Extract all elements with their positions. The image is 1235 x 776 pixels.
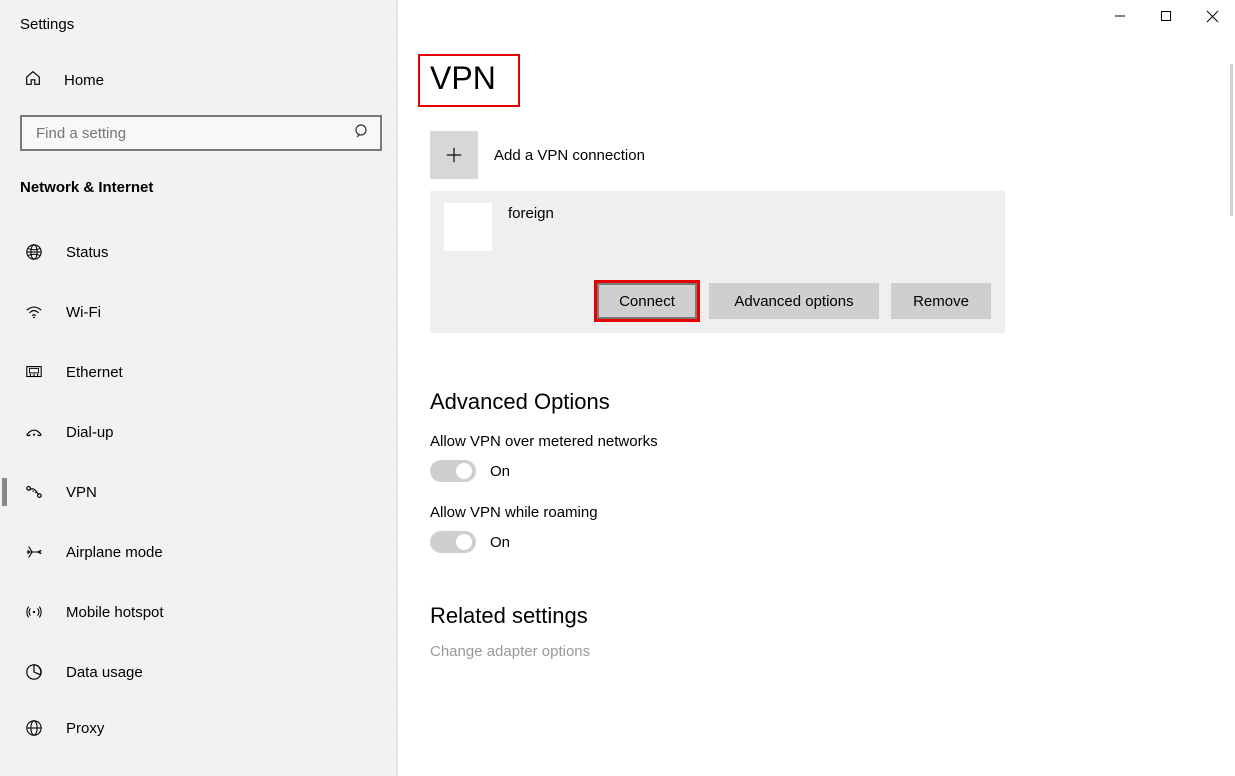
nav-label: VPN: [66, 484, 97, 501]
nav-item-vpn[interactable]: VPN: [0, 462, 398, 522]
nav-label: Status: [66, 244, 109, 261]
search-input[interactable]: [34, 124, 354, 143]
globe-icon: [24, 243, 44, 261]
sidebar: Settings Home Network & Internet Status: [0, 0, 398, 776]
add-vpn-row[interactable]: Add a VPN connection: [430, 131, 1235, 179]
related-heading: Related settings: [430, 603, 1235, 629]
nav-home-label: Home: [64, 72, 104, 89]
nav-label: Airplane mode: [66, 544, 163, 561]
scrollbar[interactable]: [1230, 64, 1233, 216]
nav-item-datausage[interactable]: Data usage: [0, 642, 398, 702]
vpn-item-icon: [444, 203, 492, 251]
add-vpn-label: Add a VPN connection: [494, 147, 645, 164]
change-adapter-options-link[interactable]: Change adapter options: [430, 643, 1235, 660]
main-content: VPN Add a VPN connection foreign Connect…: [398, 0, 1235, 776]
wifi-icon: [24, 303, 44, 321]
proxy-icon: [24, 719, 44, 737]
roaming-state: On: [490, 534, 510, 551]
close-button[interactable]: [1189, 0, 1235, 32]
remove-button[interactable]: Remove: [891, 283, 991, 319]
advanced-options-button[interactable]: Advanced options: [709, 283, 879, 319]
minimize-button[interactable]: [1097, 0, 1143, 32]
dialup-icon: [24, 423, 44, 441]
datausage-icon: [24, 663, 44, 681]
nav-item-wifi[interactable]: Wi-Fi: [0, 282, 398, 342]
roaming-toggle[interactable]: [430, 531, 476, 553]
vpn-icon: [24, 483, 44, 501]
nav-label: Proxy: [66, 720, 104, 737]
titlebar: [0, 0, 1235, 32]
nav-item-dialup[interactable]: Dial-up: [0, 402, 398, 462]
advanced-options-heading: Advanced Options: [430, 389, 1235, 415]
nav-label: Dial-up: [66, 424, 114, 441]
plus-icon: [430, 131, 478, 179]
vpn-item-card: foreign Connect Advanced options Remove: [430, 191, 1005, 333]
nav-item-hotspot[interactable]: Mobile hotspot: [0, 582, 398, 642]
metered-toggle[interactable]: [430, 460, 476, 482]
sidebar-section-label: Network & Internet: [0, 157, 398, 210]
page-title: VPN: [418, 54, 520, 107]
ethernet-icon: [24, 363, 44, 381]
search-icon: [354, 123, 370, 143]
nav-item-ethernet[interactable]: Ethernet: [0, 342, 398, 402]
nav-item-airplane[interactable]: Airplane mode: [0, 522, 398, 582]
roaming-label: Allow VPN while roaming: [430, 504, 1235, 521]
metered-label: Allow VPN over metered networks: [430, 433, 1235, 450]
nav-label: Mobile hotspot: [66, 604, 164, 621]
nav-label: Ethernet: [66, 364, 123, 381]
search-input-wrap[interactable]: [20, 115, 382, 151]
nav-home[interactable]: Home: [0, 57, 398, 103]
nav-label: Data usage: [66, 664, 143, 681]
connect-button[interactable]: Connect: [597, 283, 697, 319]
home-icon: [24, 69, 42, 91]
airplane-icon: [24, 543, 44, 561]
metered-state: On: [490, 463, 510, 480]
maximize-button[interactable]: [1143, 0, 1189, 32]
nav-label: Wi-Fi: [66, 304, 101, 321]
nav-item-status[interactable]: Status: [0, 222, 398, 282]
nav-item-proxy[interactable]: Proxy: [0, 702, 398, 754]
vpn-item-name: foreign: [508, 203, 554, 222]
hotspot-icon: [24, 603, 44, 621]
